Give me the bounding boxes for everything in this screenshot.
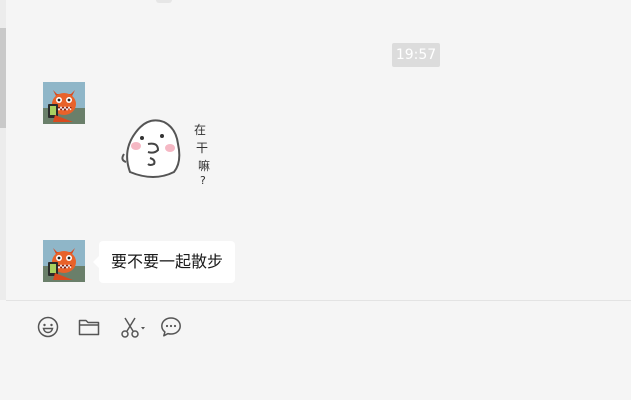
avatar[interactable] <box>43 82 85 124</box>
screenshot-button[interactable] <box>118 315 148 339</box>
monster-avatar-icon <box>43 82 85 124</box>
chevron-down-icon <box>141 327 145 330</box>
previous-message-edge <box>156 0 172 3</box>
sticker-message[interactable]: 在 干 嘛 ? <box>118 110 218 190</box>
chat-history-button[interactable] <box>159 315 183 339</box>
scissors-icon <box>121 317 145 338</box>
message-bubble[interactable]: 要不要一起散步 <box>92 241 236 283</box>
avatar[interactable] <box>43 240 85 282</box>
chat-area: 19:57 在 干 嘛 ? 要不要一起散步 <box>6 0 631 300</box>
chat-history-icon <box>161 317 181 337</box>
emoji-icon <box>37 316 59 338</box>
svg-text:嘛: 嘛 <box>198 158 210 173</box>
svg-text:干: 干 <box>196 141 208 155</box>
duck-sticker-icon: 在 干 嘛 ? <box>121 119 210 187</box>
monster-avatar-icon <box>43 240 85 282</box>
emoji-button[interactable] <box>36 315 60 339</box>
send-file-button[interactable] <box>77 315 101 339</box>
svg-text:?: ? <box>200 174 206 187</box>
input-area[interactable] <box>6 301 631 400</box>
folder-icon <box>78 319 100 336</box>
svg-text:在: 在 <box>194 123 206 137</box>
timestamp: 19:57 <box>392 43 440 67</box>
